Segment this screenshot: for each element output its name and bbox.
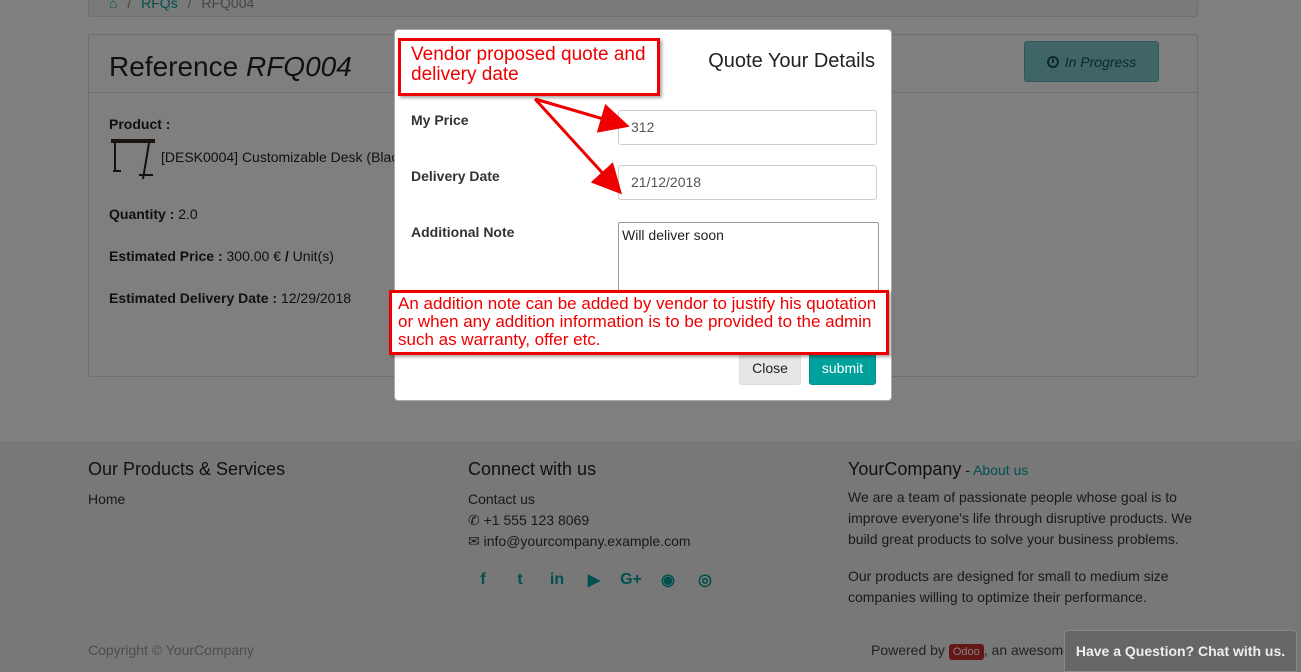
delivery-date-label: Delivery Date bbox=[411, 168, 500, 184]
chat-button[interactable]: Have a Question? Chat with us. bbox=[1064, 630, 1297, 672]
close-button[interactable]: Close bbox=[739, 350, 801, 385]
price-label: My Price bbox=[411, 112, 469, 128]
modal-title: Quote Your Details bbox=[708, 50, 875, 72]
price-input[interactable]: 312 bbox=[618, 110, 877, 145]
annotation-callout-note: An addition note can be added by vendor … bbox=[389, 290, 889, 355]
delivery-date-input[interactable]: 21/12/2018 bbox=[618, 165, 877, 200]
annotation-callout-quote: Vendor proposed quote and delivery date bbox=[398, 38, 660, 96]
additional-note-label: Additional Note bbox=[411, 224, 515, 240]
submit-button[interactable]: submit bbox=[809, 350, 876, 385]
additional-note-textarea[interactable]: Will deliver soon bbox=[618, 222, 879, 291]
